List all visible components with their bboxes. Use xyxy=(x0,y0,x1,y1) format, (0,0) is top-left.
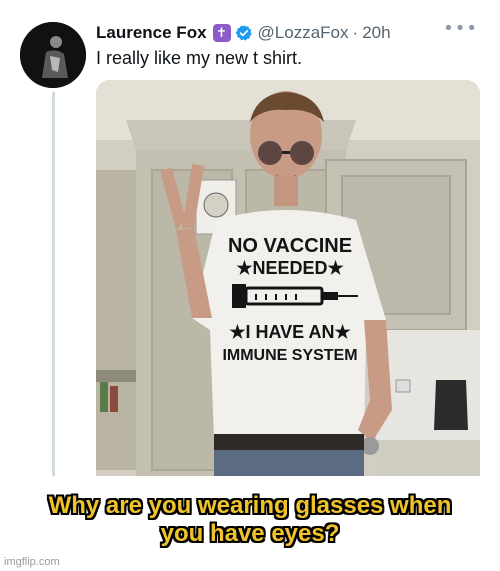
handle[interactable]: @LozzaFox xyxy=(258,23,349,43)
more-icon[interactable]: ••• xyxy=(443,18,478,39)
display-name[interactable]: Laurence Fox xyxy=(96,23,207,43)
caption-line-1: Why are you wearing glasses when xyxy=(48,492,452,519)
tweet-text: I really like my new t shirt. xyxy=(96,48,303,68)
thread-line xyxy=(52,92,55,476)
meme-caption: Why are you wearing glasses when you hav… xyxy=(0,492,500,548)
separator: · xyxy=(352,23,359,42)
photo-image: NO VACCINE ★NEEDED★ ★I HAVE AN★ IMMUNE S… xyxy=(96,80,480,476)
avatar[interactable] xyxy=(20,22,86,88)
timestamp[interactable]: 20h xyxy=(362,23,390,43)
meme-caption-area: Why are you wearing glasses when you hav… xyxy=(0,476,500,571)
shirt-line-4: IMMUNE SYSTEM xyxy=(222,347,357,364)
watermark: imgflip.com xyxy=(4,556,60,568)
shirt-line-2: ★NEEDED★ xyxy=(236,258,344,278)
cross-badge-icon: ✝ xyxy=(212,24,231,42)
shirt-line-1: NO VACCINE xyxy=(228,235,352,257)
tweet-photo[interactable]: NO VACCINE ★NEEDED★ ★I HAVE AN★ IMMUNE S… xyxy=(96,80,480,476)
verified-badge-icon xyxy=(235,24,253,42)
shirt-line-3: ★I HAVE AN★ xyxy=(229,322,351,342)
tweet-header: Laurence Fox ✝ @LozzaFox · 20h xyxy=(96,22,486,44)
tweet-card: Laurence Fox ✝ @LozzaFox · 20h ••• I rea… xyxy=(0,0,500,476)
avatar-image xyxy=(20,22,86,88)
caption-line-2: you have eyes? xyxy=(160,520,340,547)
